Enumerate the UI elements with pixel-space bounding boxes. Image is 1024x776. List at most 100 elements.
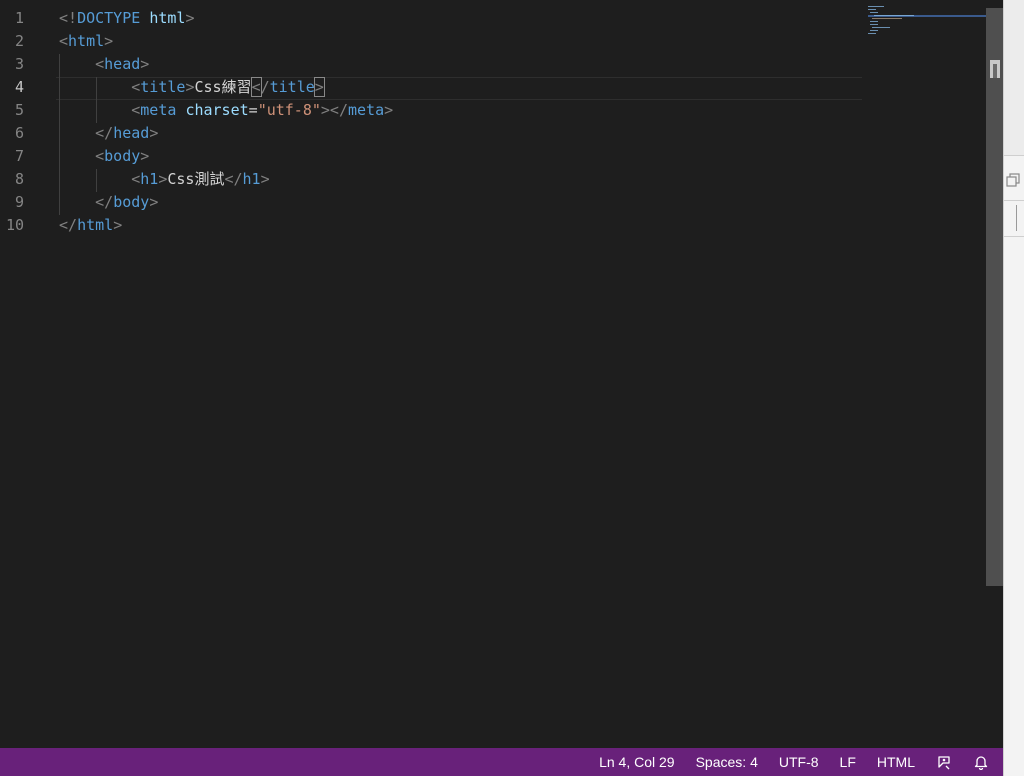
code-token: < [131, 101, 141, 119]
code-token: < [95, 55, 105, 73]
code-token: > [260, 170, 270, 188]
line-number: 1 [14, 9, 24, 27]
code-line[interactable]: 6 </head> [0, 122, 986, 145]
code-token: </ [59, 216, 78, 234]
line-ending-setting[interactable]: LF [840, 754, 856, 770]
code-token: html [149, 9, 186, 27]
code-token: > [140, 55, 150, 73]
indentation-setting[interactable]: Spaces: 4 [696, 754, 758, 770]
scrollbar-thumb[interactable] [986, 8, 1003, 586]
encoding-setting[interactable]: UTF-8 [779, 754, 819, 770]
code-content: <title>Css練習</title> [59, 76, 325, 99]
code-content: <html> [59, 30, 113, 53]
code-token: <! [59, 9, 78, 27]
code-token: Css測試 [167, 170, 225, 188]
code-line[interactable]: 10 </html> [0, 214, 986, 237]
code-token: DOCTYPE [77, 9, 141, 27]
code-token: body [104, 147, 141, 165]
line-number: 7 [14, 147, 24, 165]
panel-edge-mark [1016, 205, 1017, 231]
divider [1004, 236, 1024, 237]
code-token: </ [224, 170, 243, 188]
line-number: 6 [14, 124, 24, 142]
code-line[interactable]: 4 <title>Css練習</title> [0, 76, 986, 99]
code-editor[interactable]: 1 <!DOCTYPE html> 2 <html> 3 <head> 4 <title>… [0, 0, 986, 748]
language-mode[interactable]: HTML [877, 754, 915, 770]
code-content: </head> [59, 122, 158, 145]
code-token: "utf-8" [257, 101, 321, 119]
code-token: </ [95, 124, 114, 142]
code-token: < [131, 78, 141, 96]
line-number: 2 [14, 32, 24, 50]
code-token: < [95, 147, 105, 165]
code-line[interactable]: 8 <h1>Css測試</h1> [0, 168, 986, 191]
code-content: </html> [59, 214, 122, 237]
restore-window-icon[interactable] [1005, 172, 1023, 190]
code-token: title [269, 78, 315, 96]
code-token: < [131, 170, 141, 188]
code-token: > [104, 32, 114, 50]
code-token: ></ [320, 101, 348, 119]
code-line[interactable]: 2 <html> [0, 30, 986, 53]
adjacent-window-edge [1003, 0, 1024, 776]
code-line[interactable]: 5 <meta charset="utf-8"></meta> [0, 99, 986, 122]
code-token: head [104, 55, 141, 73]
scrollbar-cursor-marker [990, 60, 1000, 78]
minimap[interactable] [866, 6, 986, 36]
code-line[interactable]: 3 <head> [0, 53, 986, 76]
line-number: 3 [14, 55, 24, 73]
code-token: > [313, 77, 325, 97]
line-number: 9 [14, 193, 24, 211]
bell-icon[interactable] [973, 754, 989, 770]
divider [1004, 200, 1024, 201]
code-line[interactable]: 7 <body> [0, 145, 986, 168]
code-token: html [77, 216, 114, 234]
line-number: 10 [5, 216, 24, 234]
code-token: > [113, 216, 123, 234]
code-token: = [248, 101, 258, 119]
code-content: <head> [59, 53, 149, 76]
code-token: meta [348, 101, 385, 119]
code-token: body [113, 193, 150, 211]
code-token: h1 [242, 170, 261, 188]
code-token: title [140, 78, 186, 96]
code-token: < [59, 32, 69, 50]
code-token: > [140, 147, 150, 165]
cursor-position[interactable]: Ln 4, Col 29 [599, 754, 675, 770]
feedback-icon[interactable] [936, 754, 952, 770]
code-content: <h1>Css測試</h1> [59, 168, 270, 191]
code-token: charset [185, 101, 249, 119]
code-token: > [149, 193, 159, 211]
code-token: h1 [140, 170, 159, 188]
divider [1004, 155, 1024, 156]
code-token: Css練習 [194, 78, 252, 96]
code-token: > [149, 124, 159, 142]
status-bar: Ln 4, Col 29 Spaces: 4 UTF-8 LF HTML [0, 748, 1003, 776]
code-content: <meta charset="utf-8"></meta> [59, 99, 393, 122]
code-line[interactable]: 9 </body> [0, 191, 986, 214]
code-token: head [113, 124, 150, 142]
line-number: 4 [14, 78, 24, 96]
code-content: <!DOCTYPE html> [59, 7, 194, 30]
code-line[interactable]: 1 <!DOCTYPE html> [0, 7, 986, 30]
line-number: 8 [14, 170, 24, 188]
line-number: 5 [14, 101, 24, 119]
code-token: > [384, 101, 394, 119]
code-token: html [68, 32, 105, 50]
code-token: </ [95, 193, 114, 211]
code-content: <body> [59, 145, 149, 168]
code-token: / [260, 78, 270, 96]
adjacent-window-header [1004, 0, 1024, 155]
code-content: </body> [59, 191, 158, 214]
code-token: > [185, 9, 195, 27]
code-token: meta [140, 101, 177, 119]
code-token: < [250, 77, 262, 97]
